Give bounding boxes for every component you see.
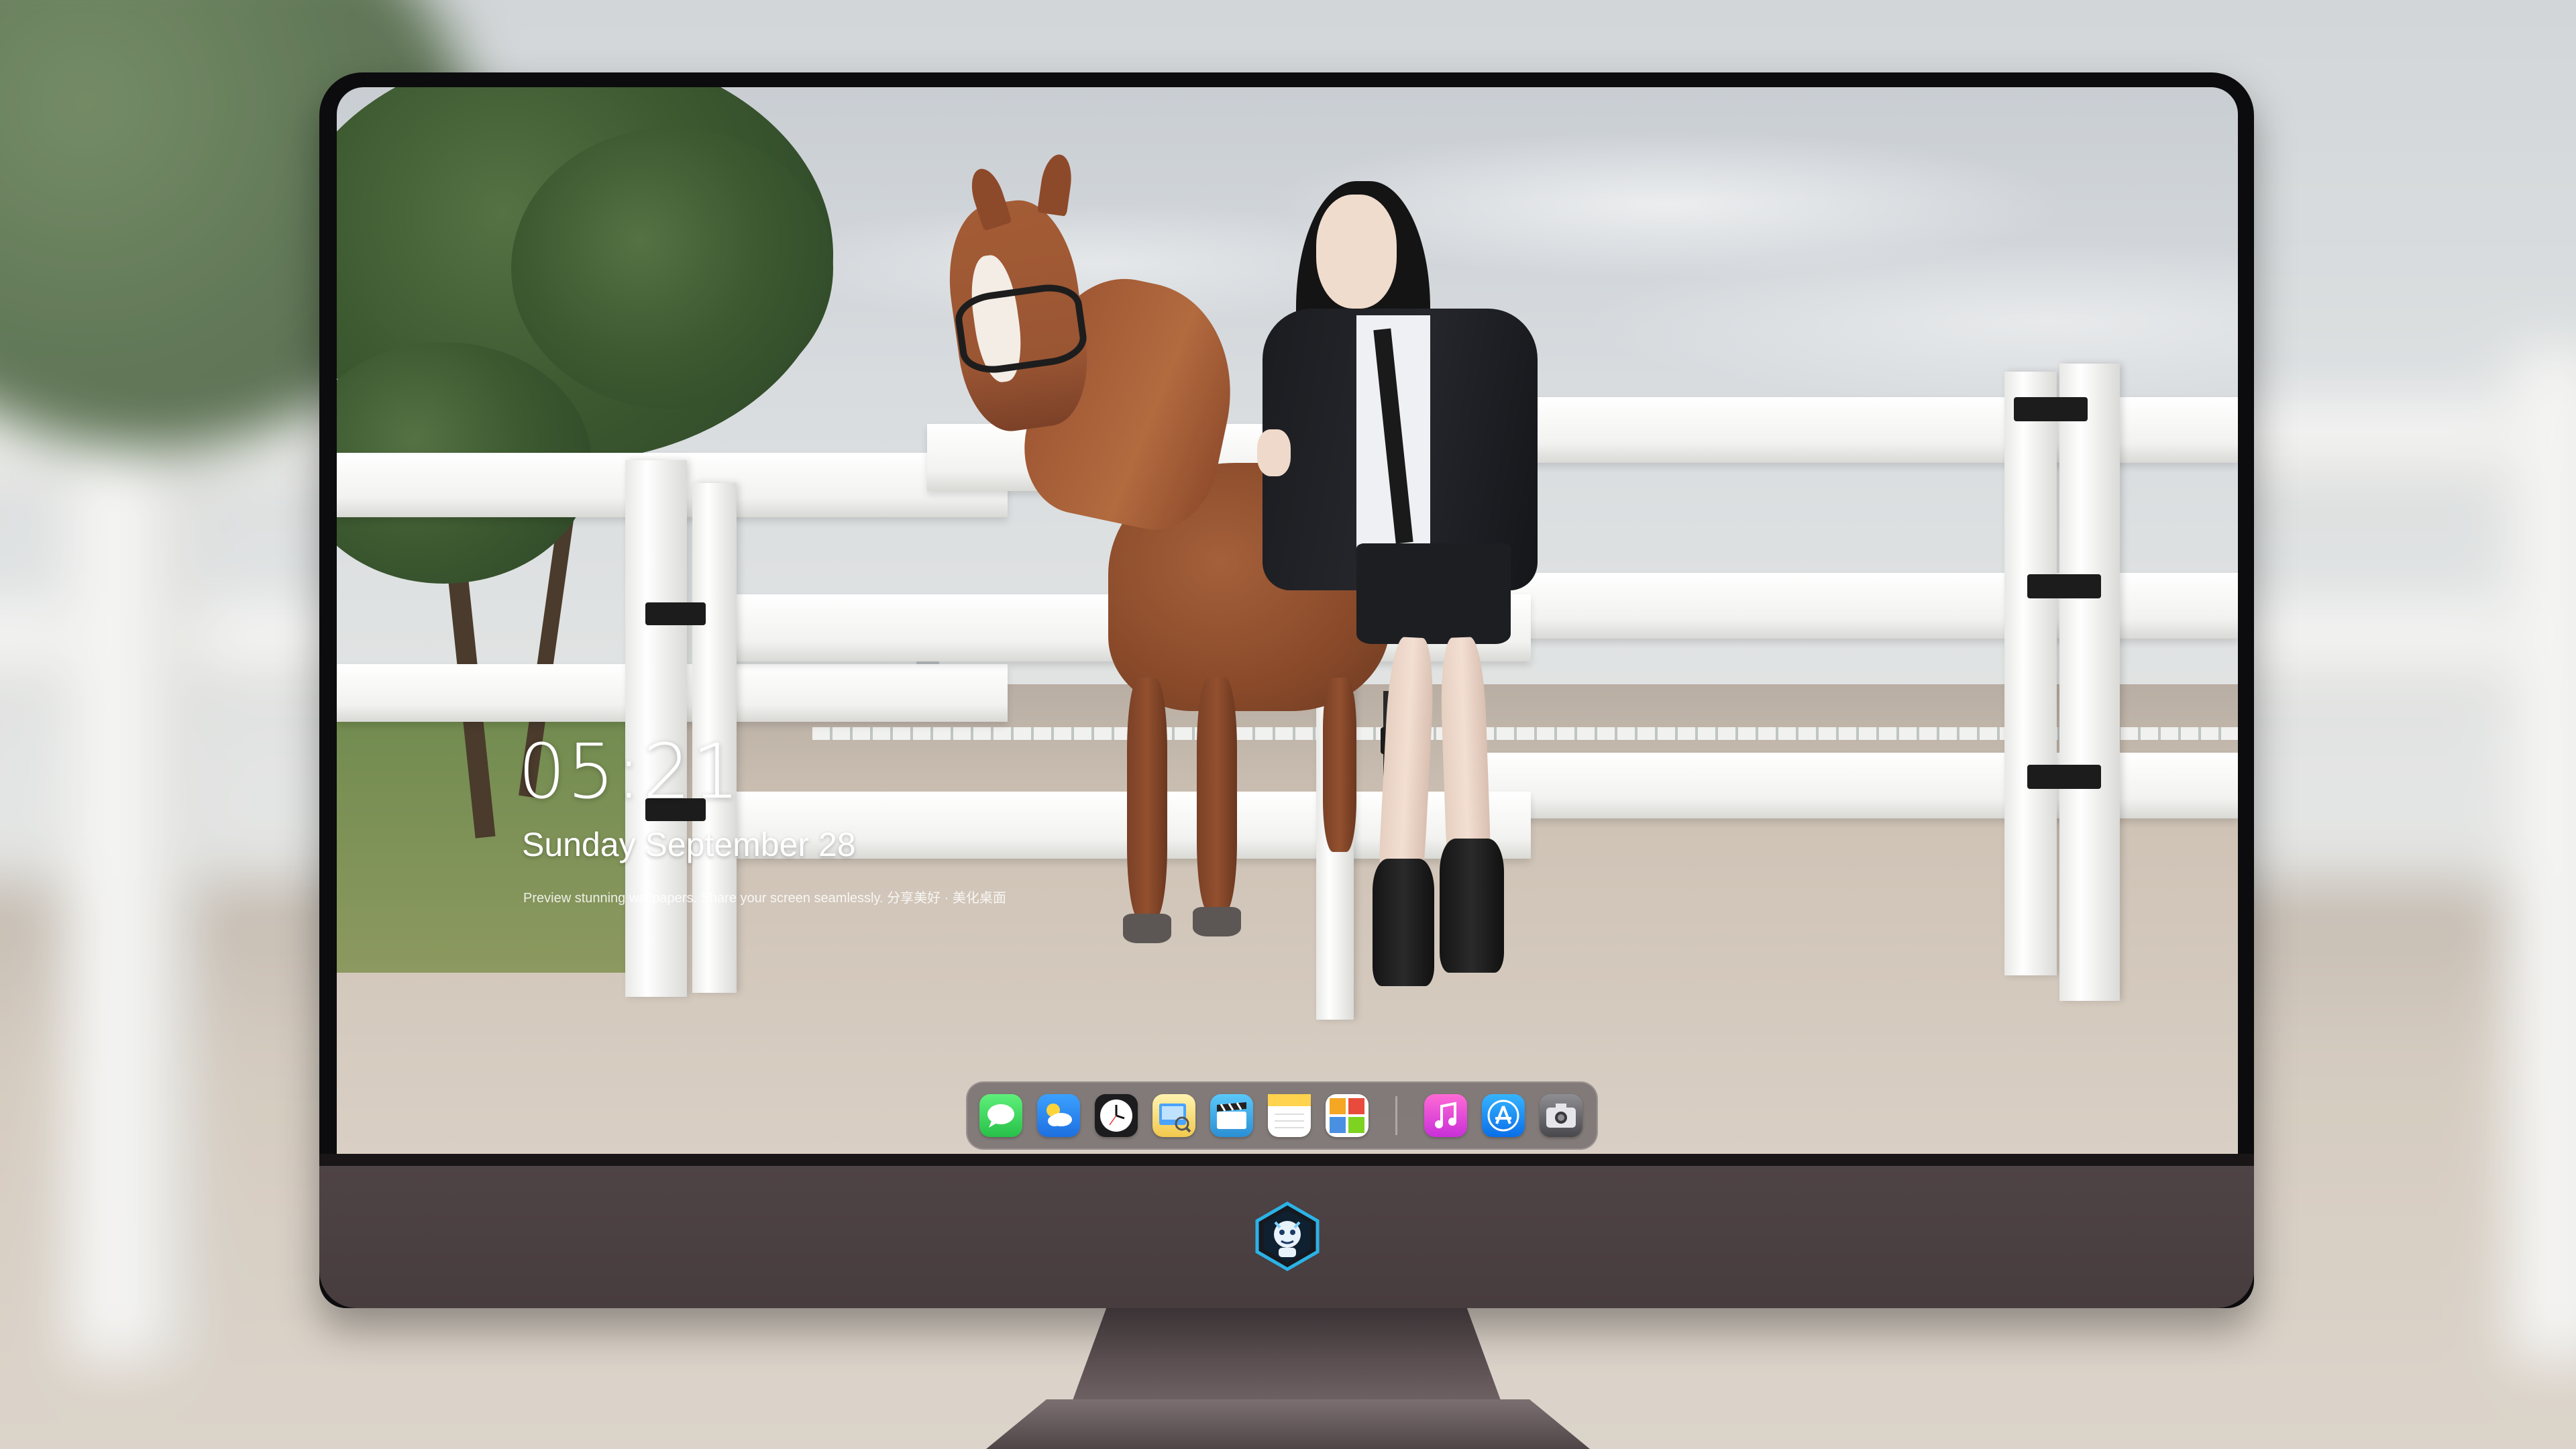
notes-icon (1268, 1094, 1311, 1128)
app-store-icon (1487, 1099, 1519, 1132)
messages-app[interactable] (979, 1094, 1022, 1137)
screen-bezel-bottom (319, 1154, 2254, 1166)
preview-icon (1159, 1104, 1191, 1133)
dock (966, 1081, 1598, 1150)
notes-app[interactable] (1268, 1094, 1311, 1137)
clock-icon (1100, 1099, 1132, 1132)
dock-separator (1395, 1096, 1397, 1135)
weather-app[interactable] (1037, 1094, 1080, 1137)
lockscreen-date: Sunday September 28 (522, 826, 856, 863)
lockscreen-time: 05:21 (518, 729, 741, 816)
monitor-stand-base (986, 1399, 1590, 1449)
photo-booth-app[interactable] (1326, 1094, 1368, 1137)
dragon-mascot-logo-icon (1252, 1201, 1323, 1272)
clips-app[interactable] (1210, 1094, 1253, 1137)
camera-icon (1546, 1104, 1576, 1128)
wallpaper (337, 87, 2238, 1154)
lockscreen-tagline: Preview stunning wallpapers. Share your … (523, 891, 1006, 906)
clock-app[interactable] (1095, 1094, 1138, 1137)
monitor-stand-neck (1072, 1308, 1501, 1402)
photo-booth-icon (1330, 1098, 1364, 1133)
camera-app[interactable] (1540, 1094, 1582, 1137)
music-app[interactable] (1424, 1094, 1467, 1137)
app-store-app[interactable] (1482, 1094, 1525, 1137)
messages-icon (987, 1104, 1014, 1128)
preview-app[interactable] (1152, 1094, 1195, 1137)
monitor-screen[interactable]: 05:21 Sunday September 28 Preview stunni… (337, 87, 2238, 1154)
clips-icon (1217, 1102, 1246, 1129)
weather-icon (1046, 1104, 1072, 1126)
music-icon (1435, 1102, 1456, 1128)
